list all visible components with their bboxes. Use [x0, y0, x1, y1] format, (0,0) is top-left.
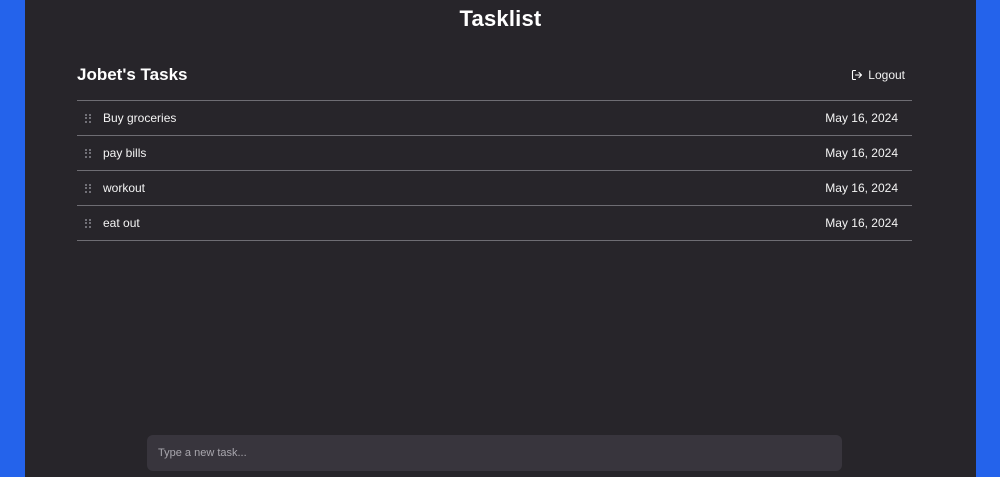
task-list: Buy groceries May 16, 2024 pay bills May…	[77, 100, 912, 241]
logout-button[interactable]: Logout	[851, 68, 905, 82]
app-panel: Tasklist Jobet's Tasks Logout Buy grocer…	[25, 0, 976, 477]
drag-handle-icon[interactable]	[85, 183, 91, 193]
list-header: Jobet's Tasks Logout	[77, 64, 912, 86]
task-date: May 16, 2024	[825, 146, 898, 160]
task-row[interactable]: eat out May 16, 2024	[77, 206, 912, 241]
task-text: pay bills	[103, 146, 147, 160]
task-date: May 16, 2024	[825, 111, 898, 125]
drag-handle-icon[interactable]	[85, 148, 91, 158]
task-date: May 16, 2024	[825, 216, 898, 230]
task-row[interactable]: pay bills May 16, 2024	[77, 136, 912, 171]
list-title: Jobet's Tasks	[77, 65, 188, 84]
logout-icon	[851, 69, 863, 81]
task-text: Buy groceries	[103, 111, 177, 125]
drag-handle-icon[interactable]	[85, 218, 91, 228]
task-text: eat out	[103, 216, 140, 230]
task-date: May 16, 2024	[825, 181, 898, 195]
task-text: workout	[103, 181, 146, 195]
task-row[interactable]: Buy groceries May 16, 2024	[77, 101, 912, 136]
new-task-input[interactable]	[147, 435, 842, 471]
logout-label: Logout	[868, 68, 905, 82]
app-title: Tasklist	[459, 6, 542, 31]
drag-handle-icon[interactable]	[85, 113, 91, 123]
task-row[interactable]: workout May 16, 2024	[77, 171, 912, 206]
